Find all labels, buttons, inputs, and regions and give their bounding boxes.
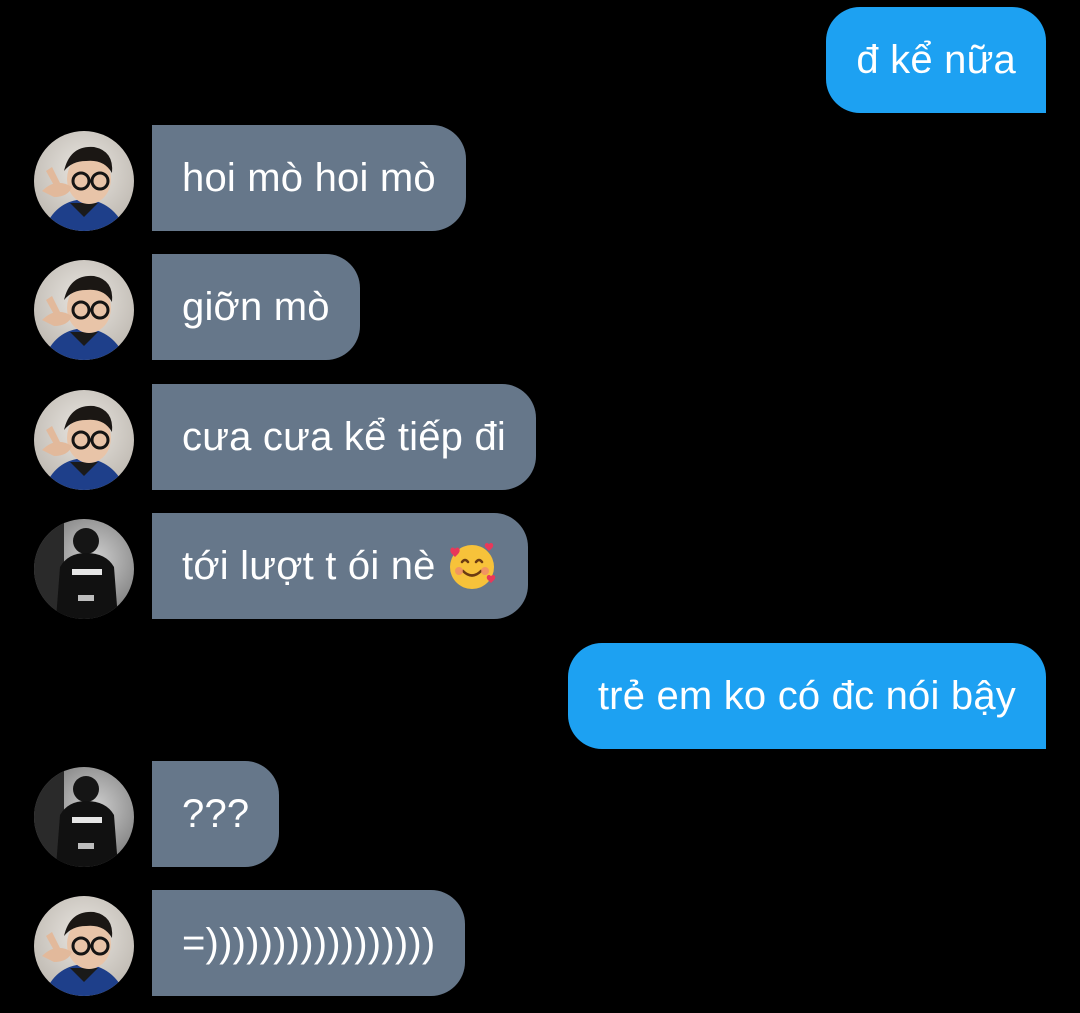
message-row: giỡn mò [0, 254, 1080, 362]
outgoing-message-bubble[interactable]: trẻ em ko có đc nói bậy [567, 643, 1046, 749]
message-row: đ kể nữa [0, 7, 1080, 115]
message-text: tới lượt t ói nè [182, 543, 436, 588]
message-text: cưa cưa kể tiếp đi [182, 414, 506, 459]
incoming-message-bubble[interactable]: hoi mò hoi mò [152, 125, 466, 231]
message-text: giỡn mò [182, 284, 330, 329]
message-row: tới lượt t ói nè [0, 513, 1080, 621]
message-text: hoi mò hoi mò [182, 155, 436, 200]
avatar[interactable] [34, 896, 134, 996]
message-text: trẻ em ko có đc nói bậy [597, 673, 1016, 718]
avatar[interactable] [34, 260, 134, 360]
message-text: đ kể nữa [856, 37, 1016, 82]
incoming-message-bubble[interactable]: ??? [152, 761, 280, 867]
incoming-message-bubble[interactable]: =))))))))))))))))) [152, 890, 466, 996]
avatar[interactable] [34, 131, 134, 231]
message-row: =))))))))))))))))) [0, 890, 1080, 998]
incoming-message-bubble[interactable]: cưa cưa kể tiếp đi [152, 384, 536, 490]
message-row: cưa cưa kể tiếp đi [0, 384, 1080, 492]
incoming-message-bubble[interactable]: giỡn mò [152, 254, 360, 360]
outgoing-message-bubble[interactable]: đ kể nữa [826, 7, 1046, 113]
message-row: trẻ em ko có đc nói bậy [0, 643, 1080, 751]
avatar[interactable] [34, 519, 134, 619]
chat-thread: đ kể nữa hoi mò hoi mò giỡn mò cưa cưa k… [0, 0, 1080, 1013]
message-text: =))))))))))))))))) [182, 920, 436, 965]
avatar[interactable] [34, 767, 134, 867]
smiling-face-with-hearts-icon [446, 540, 498, 592]
incoming-message-bubble[interactable]: tới lượt t ói nè [152, 513, 528, 619]
avatar[interactable] [34, 390, 134, 490]
message-text: ??? [182, 791, 250, 836]
message-row: hoi mò hoi mò [0, 125, 1080, 233]
message-row: ??? [0, 761, 1080, 869]
